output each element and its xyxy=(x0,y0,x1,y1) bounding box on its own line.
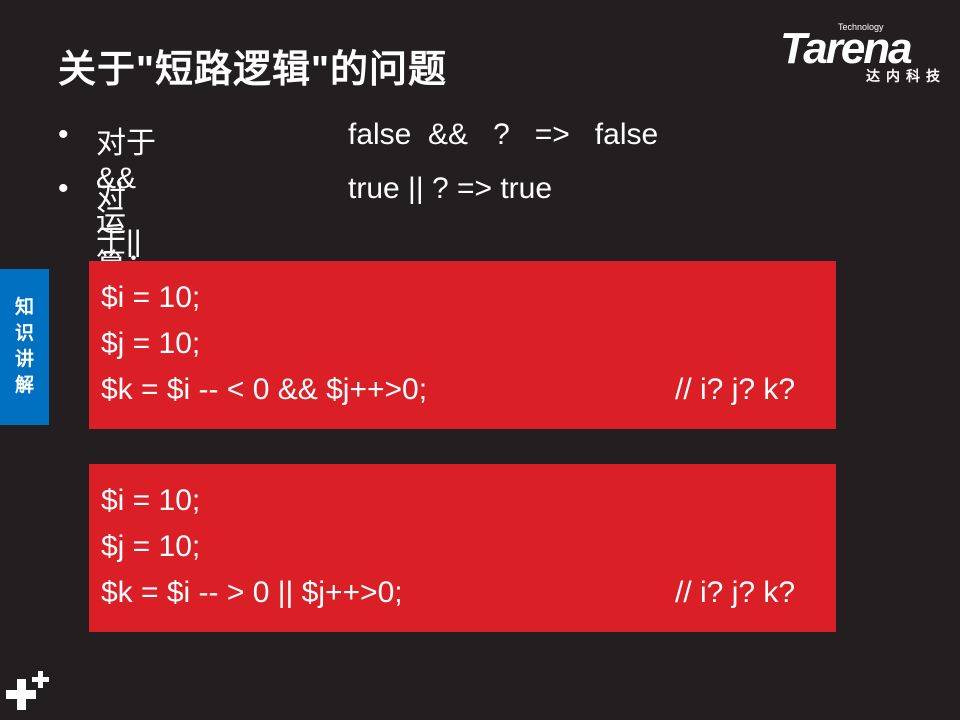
bullet-dot: • xyxy=(58,172,69,205)
code-line: $i = 10; xyxy=(101,281,201,314)
logo-cn: 达内科技 xyxy=(866,68,946,84)
bullet-expression: true || ? => true xyxy=(348,172,553,205)
code-line: $i = 10; xyxy=(101,484,201,517)
plus-decoration-icon xyxy=(6,671,49,710)
side-char: 识 xyxy=(14,323,34,344)
tarena-logo: Technology Tarena 达内科技 xyxy=(780,18,950,88)
code-block-and: $i = 10; $j = 10; $k = $i -- < 0 && $j++… xyxy=(89,261,836,429)
side-char: 解 xyxy=(14,375,34,396)
code-line: $j = 10; xyxy=(101,327,201,360)
code-line: $k = $i -- < 0 && $j++>0; xyxy=(101,373,428,406)
slide-title: 关于"短路逻辑"的问题 xyxy=(58,49,448,91)
code-block-or: $i = 10; $j = 10; $k = $i -- > 0 || $j++… xyxy=(89,464,836,632)
code-line: $k = $i -- > 0 || $j++>0; xyxy=(101,576,403,609)
code-line: $j = 10; xyxy=(101,530,201,563)
code-comment: // i? j? k? xyxy=(675,373,796,406)
bullet-expression: false && ? => false xyxy=(348,118,659,151)
side-char: 知 xyxy=(14,297,34,318)
code-comment: // i? j? k? xyxy=(675,576,796,609)
side-char: 讲 xyxy=(14,349,34,370)
side-tab-knowledge: 知 识 讲 解 xyxy=(0,269,49,425)
bullet-dot: • xyxy=(58,118,69,151)
